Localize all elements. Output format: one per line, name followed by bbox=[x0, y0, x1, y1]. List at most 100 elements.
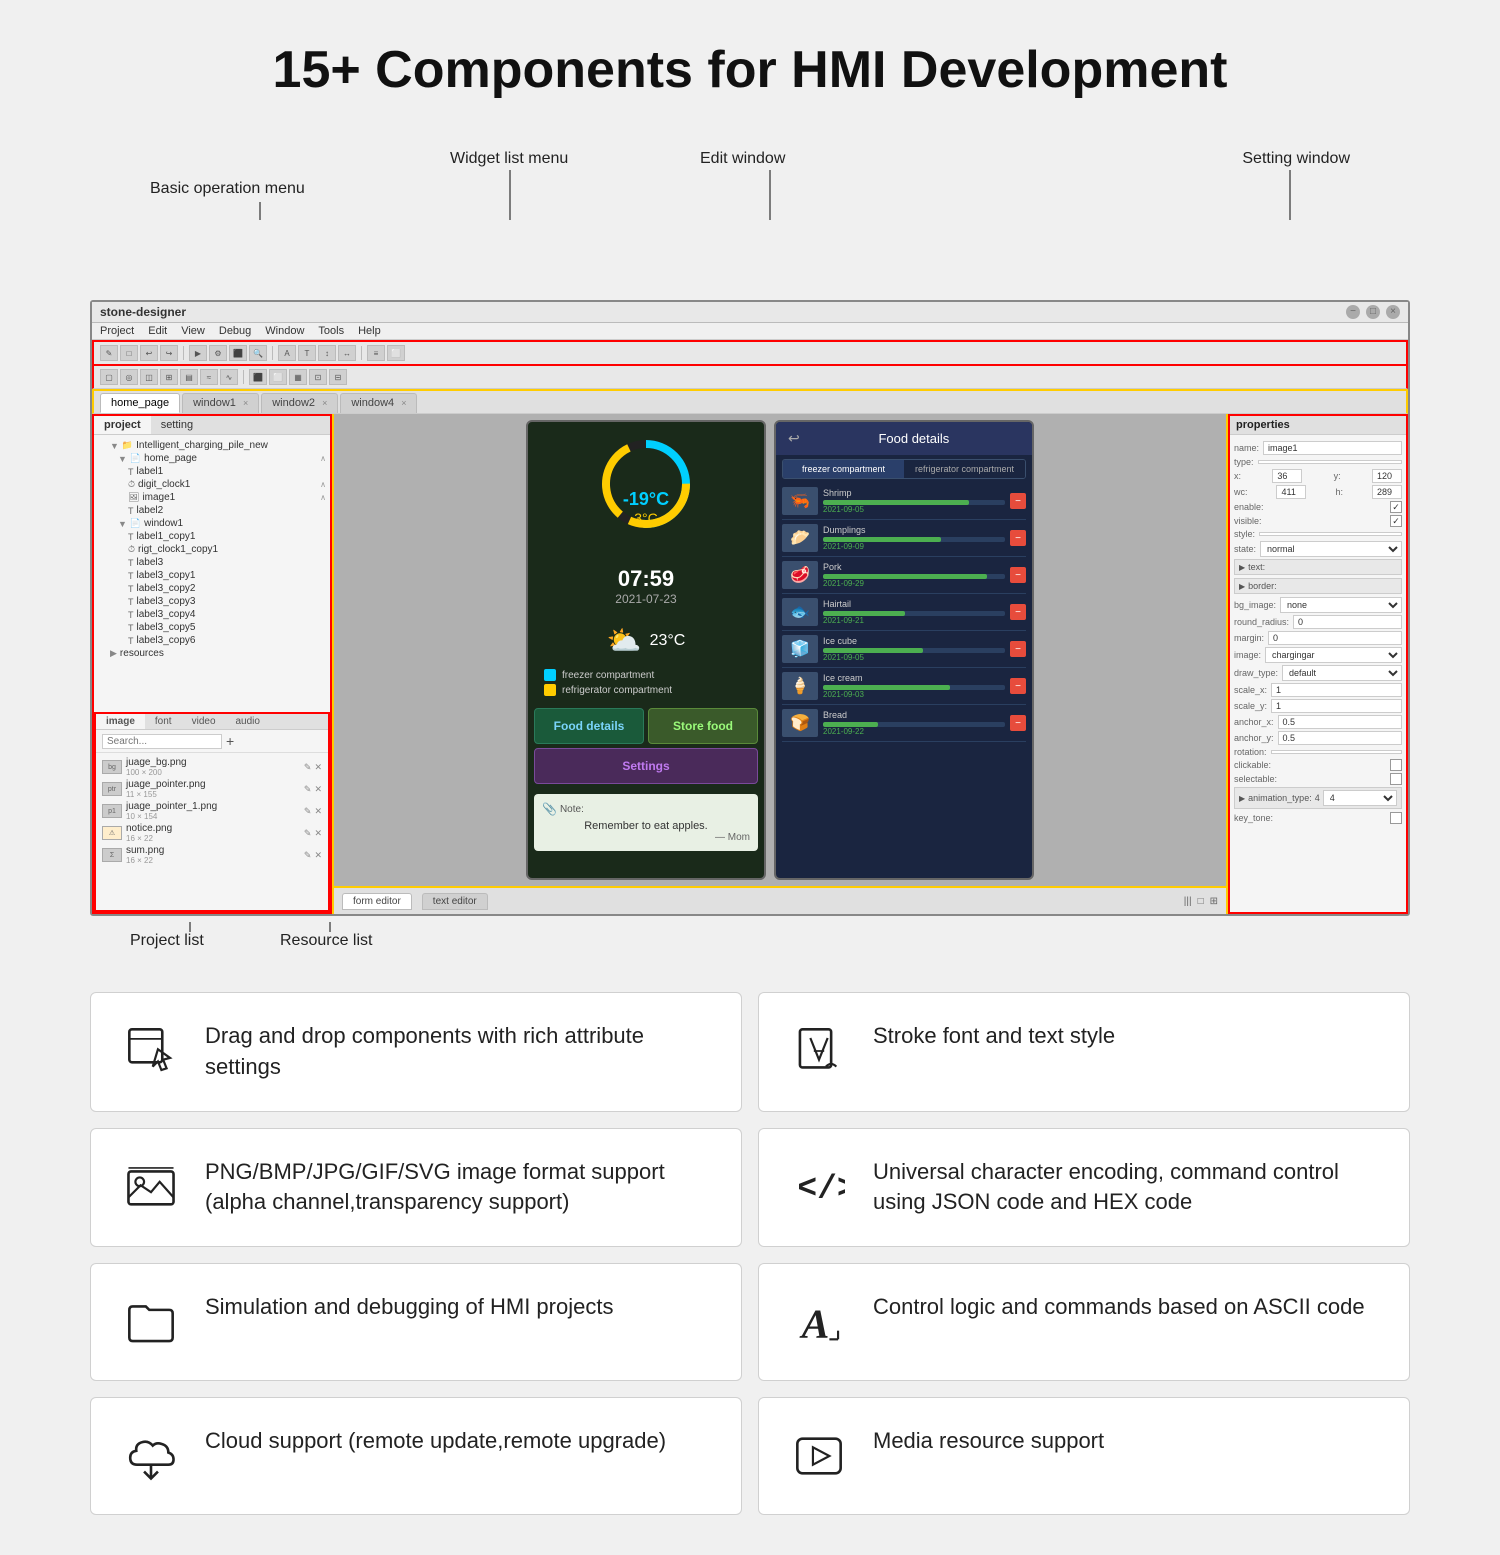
file-del-1[interactable]: ✕ bbox=[314, 784, 322, 795]
file-edit-2[interactable]: ✎ bbox=[304, 806, 312, 817]
prop-selectable-check[interactable] bbox=[1390, 773, 1402, 785]
file-edit-1[interactable]: ✎ bbox=[304, 784, 312, 795]
toolbar2-btn-12[interactable]: ⊟ bbox=[329, 369, 347, 385]
toolbar-btn-7[interactable]: ⬛ bbox=[229, 345, 247, 361]
tree-item-label3c1[interactable]: T label3_copy1 bbox=[98, 569, 326, 582]
file-del-3[interactable]: ✕ bbox=[314, 828, 322, 839]
toolbar-btn-12[interactable]: ↔ bbox=[338, 345, 356, 361]
file-edit-0[interactable]: ✎ bbox=[304, 762, 312, 773]
tree-item-home[interactable]: ▼ 📄 home_page ∧ bbox=[98, 452, 326, 465]
prop-image-select[interactable]: chargingar bbox=[1265, 647, 1402, 663]
toolbar-btn-11[interactable]: ↕ bbox=[318, 345, 336, 361]
tree-item-label3[interactable]: T label3 bbox=[98, 556, 326, 569]
tab-window2[interactable]: window2 × bbox=[261, 393, 338, 413]
tab-window4[interactable]: window4 × bbox=[340, 393, 417, 413]
toolbar-btn-10[interactable]: T bbox=[298, 345, 316, 361]
toolbar2-btn-8[interactable]: ⬛ bbox=[249, 369, 267, 385]
menu-edit[interactable]: Edit bbox=[148, 325, 167, 337]
menu-debug[interactable]: Debug bbox=[219, 325, 251, 337]
settings-btn[interactable]: Settings bbox=[534, 748, 758, 784]
file-del-2[interactable]: ✕ bbox=[314, 806, 322, 817]
toolbar2-btn-11[interactable]: ⊡ bbox=[309, 369, 327, 385]
toolbar-btn-2[interactable]: □ bbox=[120, 345, 138, 361]
tab-home-page[interactable]: home_page bbox=[100, 393, 180, 413]
toolbar-btn-13[interactable]: ≡ bbox=[367, 345, 385, 361]
prop-y-value[interactable]: 120 bbox=[1372, 469, 1402, 483]
prop-anchory-value[interactable]: 0.5 bbox=[1278, 731, 1402, 745]
res-tab-video[interactable]: video bbox=[182, 714, 226, 729]
food-del-icecube[interactable]: − bbox=[1010, 641, 1026, 657]
resource-add-btn[interactable]: + bbox=[226, 733, 234, 749]
toolbar2-btn-9[interactable]: ⬜ bbox=[269, 369, 287, 385]
panel-project-tab[interactable]: project bbox=[94, 416, 151, 434]
tree-item-label1[interactable]: T label1 bbox=[98, 465, 326, 478]
file-del-4[interactable]: ✕ bbox=[314, 850, 322, 861]
prop-x-value[interactable]: 36 bbox=[1272, 469, 1302, 483]
tree-item-label3c4[interactable]: T label3_copy4 bbox=[98, 608, 326, 621]
tree-item-digitclock[interactable]: ⏱ digit_clock1 ∧ bbox=[98, 478, 326, 491]
tree-item-resources[interactable]: ▶ resources bbox=[98, 647, 326, 660]
fridge-tab[interactable]: refrigerator compartment bbox=[904, 460, 1025, 478]
file-edit-4[interactable]: ✎ bbox=[304, 850, 312, 861]
prop-drawtype-select[interactable]: default bbox=[1282, 665, 1402, 681]
toolbar2-btn-1[interactable]: ▢ bbox=[100, 369, 118, 385]
prop-enable-check[interactable]: ✓ bbox=[1390, 501, 1402, 513]
back-icon[interactable]: ↩ bbox=[788, 430, 800, 447]
tree-item-rightclock[interactable]: ⏱ rigt_clock1_copy1 bbox=[98, 543, 326, 556]
toolbar-btn-4[interactable]: ↪ bbox=[160, 345, 178, 361]
file-del-0[interactable]: ✕ bbox=[314, 762, 322, 773]
toolbar-btn-8[interactable]: 🔍 bbox=[249, 345, 267, 361]
tree-item-label3c3[interactable]: T label3_copy3 bbox=[98, 595, 326, 608]
food-del-shrimp[interactable]: − bbox=[1010, 493, 1026, 509]
toolbar-btn-5[interactable]: ▶ bbox=[189, 345, 207, 361]
file-edit-3[interactable]: ✎ bbox=[304, 828, 312, 839]
prop-rotation-value[interactable] bbox=[1271, 750, 1402, 754]
toolbar-btn-9[interactable]: A bbox=[278, 345, 296, 361]
store-food-btn[interactable]: Store food bbox=[648, 708, 758, 744]
minimize-btn[interactable]: − bbox=[1346, 305, 1360, 319]
tree-item-image1[interactable]: 🖼 image1 ∧ bbox=[98, 491, 326, 504]
toolbar2-btn-10[interactable]: ▦ bbox=[289, 369, 307, 385]
food-del-icecream[interactable]: − bbox=[1010, 678, 1026, 694]
prop-anchorx-value[interactable]: 0.5 bbox=[1278, 715, 1402, 729]
freezer-tab[interactable]: freezer compartment bbox=[783, 460, 904, 478]
res-tab-audio[interactable]: audio bbox=[226, 714, 270, 729]
menu-project[interactable]: Project bbox=[100, 325, 134, 337]
prop-clickable-check[interactable] bbox=[1390, 759, 1402, 771]
food-del-pork[interactable]: − bbox=[1010, 567, 1026, 583]
prop-scaley-value[interactable]: 1 bbox=[1271, 699, 1402, 713]
toolbar2-btn-3[interactable]: ◫ bbox=[140, 369, 158, 385]
tree-item-label3c2[interactable]: T label3_copy2 bbox=[98, 582, 326, 595]
toolbar-btn-6[interactable]: ⚙ bbox=[209, 345, 227, 361]
food-del-bread[interactable]: − bbox=[1010, 715, 1026, 731]
res-tab-image[interactable]: image bbox=[96, 714, 145, 729]
prop-h-value[interactable]: 289 bbox=[1372, 485, 1402, 499]
toolbar-btn-3[interactable]: ↩ bbox=[140, 345, 158, 361]
bottom-tab-text[interactable]: text editor bbox=[422, 893, 488, 910]
toolbar2-btn-6[interactable]: ≈ bbox=[200, 369, 218, 385]
resource-search-input[interactable] bbox=[102, 734, 222, 749]
tree-item-label1copy1[interactable]: T label1_copy1 bbox=[98, 530, 326, 543]
prop-round-value[interactable]: 0 bbox=[1293, 615, 1402, 629]
prop-keytone-check[interactable] bbox=[1390, 812, 1402, 824]
toolbar2-btn-7[interactable]: ∿ bbox=[220, 369, 238, 385]
prop-w-value[interactable]: 411 bbox=[1276, 485, 1306, 499]
panel-setting-tab[interactable]: setting bbox=[151, 416, 203, 434]
food-details-btn[interactable]: Food details bbox=[534, 708, 644, 744]
food-del-hairtail[interactable]: − bbox=[1010, 604, 1026, 620]
menu-help[interactable]: Help bbox=[358, 325, 381, 337]
bottom-tab-form[interactable]: form editor bbox=[342, 893, 412, 910]
menu-view[interactable]: View bbox=[181, 325, 205, 337]
prop-animation-select[interactable]: 4 bbox=[1323, 790, 1397, 806]
toolbar2-btn-4[interactable]: ⊞ bbox=[160, 369, 178, 385]
res-tab-font[interactable]: font bbox=[145, 714, 182, 729]
tree-item-window1[interactable]: ▼ 📄 window1 bbox=[98, 517, 326, 530]
toolbar2-btn-2[interactable]: ◎ bbox=[120, 369, 138, 385]
maximize-btn[interactable]: □ bbox=[1366, 305, 1380, 319]
tab-window1[interactable]: window1 × bbox=[182, 393, 259, 413]
prop-state-select[interactable]: normal bbox=[1260, 541, 1402, 557]
prop-margin-value[interactable]: 0 bbox=[1268, 631, 1402, 645]
prop-bgimage-select[interactable]: none bbox=[1280, 597, 1402, 613]
close-btn[interactable]: × bbox=[1386, 305, 1400, 319]
menu-window[interactable]: Window bbox=[265, 325, 304, 337]
